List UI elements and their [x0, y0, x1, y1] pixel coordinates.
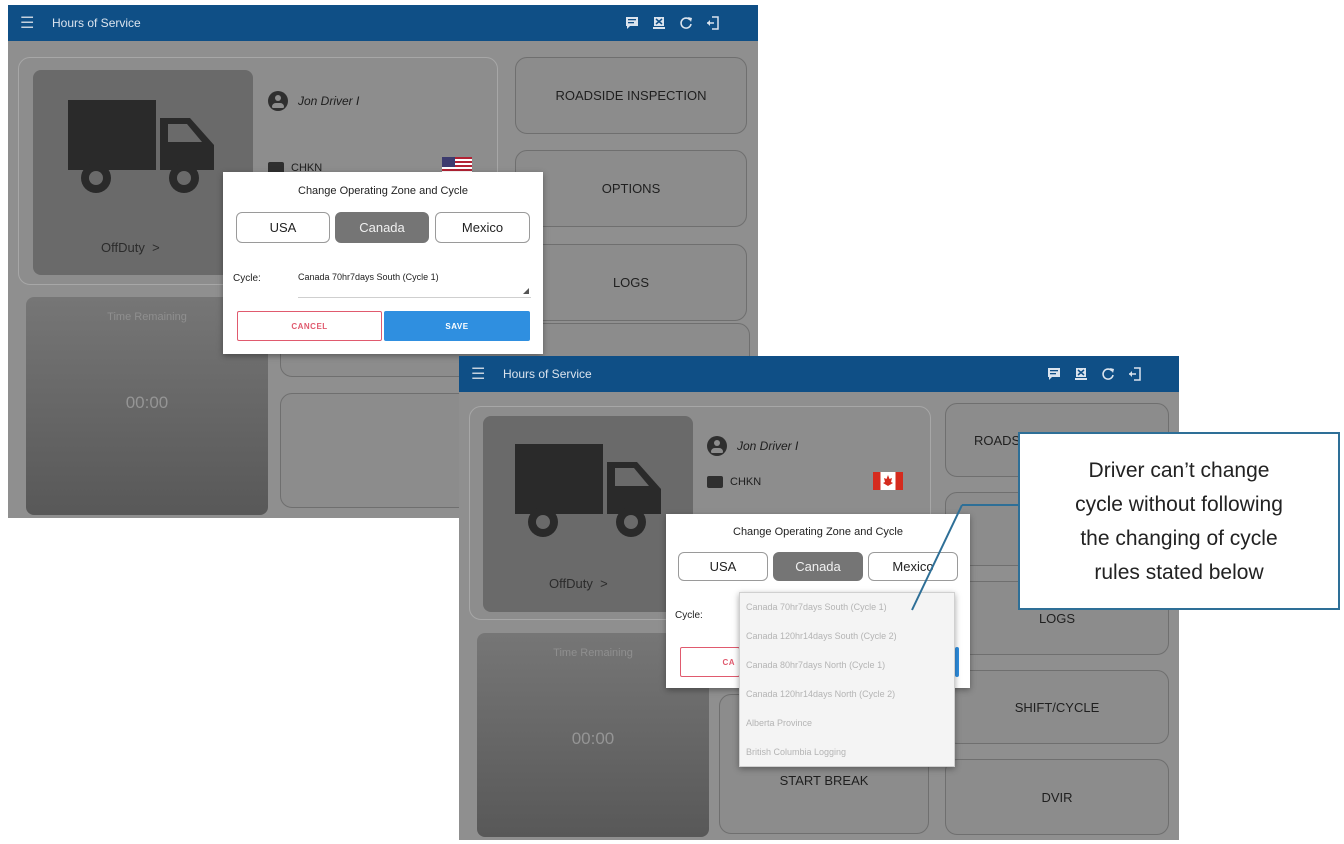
menu-icon[interactable]: ☰: [20, 13, 42, 33]
driver-name: Jon Driver I: [298, 94, 360, 108]
vehicle-id: CHKN: [730, 476, 762, 488]
app-bar-actions: [1047, 356, 1142, 392]
dialog-title: Change Operating Zone and Cycle: [733, 526, 903, 538]
roadside-inspection-button[interactable]: ROADSIDE INSPECTION: [515, 57, 747, 134]
duty-status-label: OffDuty >: [549, 576, 608, 591]
cancel-button[interactable]: CANCEL: [237, 311, 382, 341]
cycle-option[interactable]: Canada 120hr14days South (Cycle 2): [740, 622, 954, 651]
truck-icon: [68, 100, 214, 193]
shift-cycle-button[interactable]: SHIFT/CYCLE: [945, 670, 1169, 744]
vehicle-icon: [707, 476, 723, 488]
app-title: Hours of Service: [503, 367, 592, 381]
zone-mexico-button[interactable]: Mexico: [435, 212, 530, 243]
cancel-button[interactable]: CA: [680, 647, 740, 677]
cycle-label: Cycle:: [233, 273, 261, 284]
zone-mexico-button[interactable]: Mexico: [868, 552, 958, 581]
driver-info: Jon Driver I: [707, 436, 798, 456]
cycle-value: Canada 70hr7days South (Cycle 1): [298, 272, 439, 282]
duty-status-tile[interactable]: OffDuty >: [33, 70, 253, 275]
zone-canada-button[interactable]: Canada: [335, 212, 429, 243]
message-icon[interactable]: [625, 16, 639, 30]
cycle-option[interactable]: Canada 120hr14days North (Cycle 2): [740, 680, 954, 709]
zone-usa-button[interactable]: USA: [236, 212, 330, 243]
save-button[interactable]: [955, 647, 959, 677]
refresh-icon[interactable]: [679, 16, 693, 30]
logs-button[interactable]: LOGS: [515, 244, 747, 321]
cycle-select[interactable]: Canada 70hr7days South (Cycle 1): [298, 272, 531, 298]
logout-icon[interactable]: [706, 16, 720, 30]
avatar-icon: [707, 436, 727, 456]
app-bar: ☰ Hours of Service: [459, 356, 1179, 392]
dropdown-arrow-icon: [523, 288, 529, 294]
cycle-option[interactable]: Canada 70hr7days South (Cycle 1): [740, 593, 954, 622]
change-zone-dialog: Change Operating Zone and Cycle USA Cana…: [223, 172, 543, 354]
eld-icon[interactable]: [1074, 367, 1088, 381]
app-title: Hours of Service: [52, 16, 141, 30]
app-bar: ☰ Hours of Service: [8, 5, 758, 41]
eld-icon[interactable]: [652, 16, 666, 30]
time-remaining-value: 00:00: [571, 729, 615, 748]
callout-text: Driver can’t change cycle without follow…: [1075, 459, 1283, 584]
menu-icon[interactable]: ☰: [471, 364, 493, 384]
cycle-option[interactable]: Alberta Province: [740, 709, 954, 738]
dialog-title: Change Operating Zone and Cycle: [298, 185, 468, 197]
cycle-dropdown-list: Canada 70hr7days South (Cycle 1) Canada …: [739, 592, 955, 767]
duty-status-tile[interactable]: OffDuty >: [483, 416, 693, 612]
app-bar-actions: [625, 5, 720, 41]
vehicle-info: CHKN: [707, 476, 761, 488]
message-icon[interactable]: [1047, 367, 1061, 381]
duty-status-label: OffDuty >: [101, 240, 160, 255]
truck-icon: [515, 444, 661, 537]
options-button[interactable]: OPTIONS: [515, 150, 747, 227]
canada-flag-icon: [873, 472, 903, 490]
driver-info: Jon Driver I: [268, 91, 359, 111]
logout-icon[interactable]: [1128, 367, 1142, 381]
save-button[interactable]: SAVE: [384, 311, 530, 341]
cycle-label: Cycle:: [675, 610, 703, 621]
zone-usa-button[interactable]: USA: [678, 552, 768, 581]
annotation-callout: Driver can’t change cycle without follow…: [1018, 432, 1340, 610]
zone-canada-button[interactable]: Canada: [773, 552, 863, 581]
avatar-icon: [268, 91, 288, 111]
time-remaining-value: 00:00: [125, 393, 169, 412]
cycle-option[interactable]: Canada 80hr7days North (Cycle 1): [740, 651, 954, 680]
driver-name: Jon Driver I: [737, 439, 799, 453]
dvir-button[interactable]: DVIR: [945, 759, 1169, 835]
refresh-icon[interactable]: [1101, 367, 1115, 381]
cycle-option[interactable]: British Columbia Logging: [740, 738, 954, 767]
